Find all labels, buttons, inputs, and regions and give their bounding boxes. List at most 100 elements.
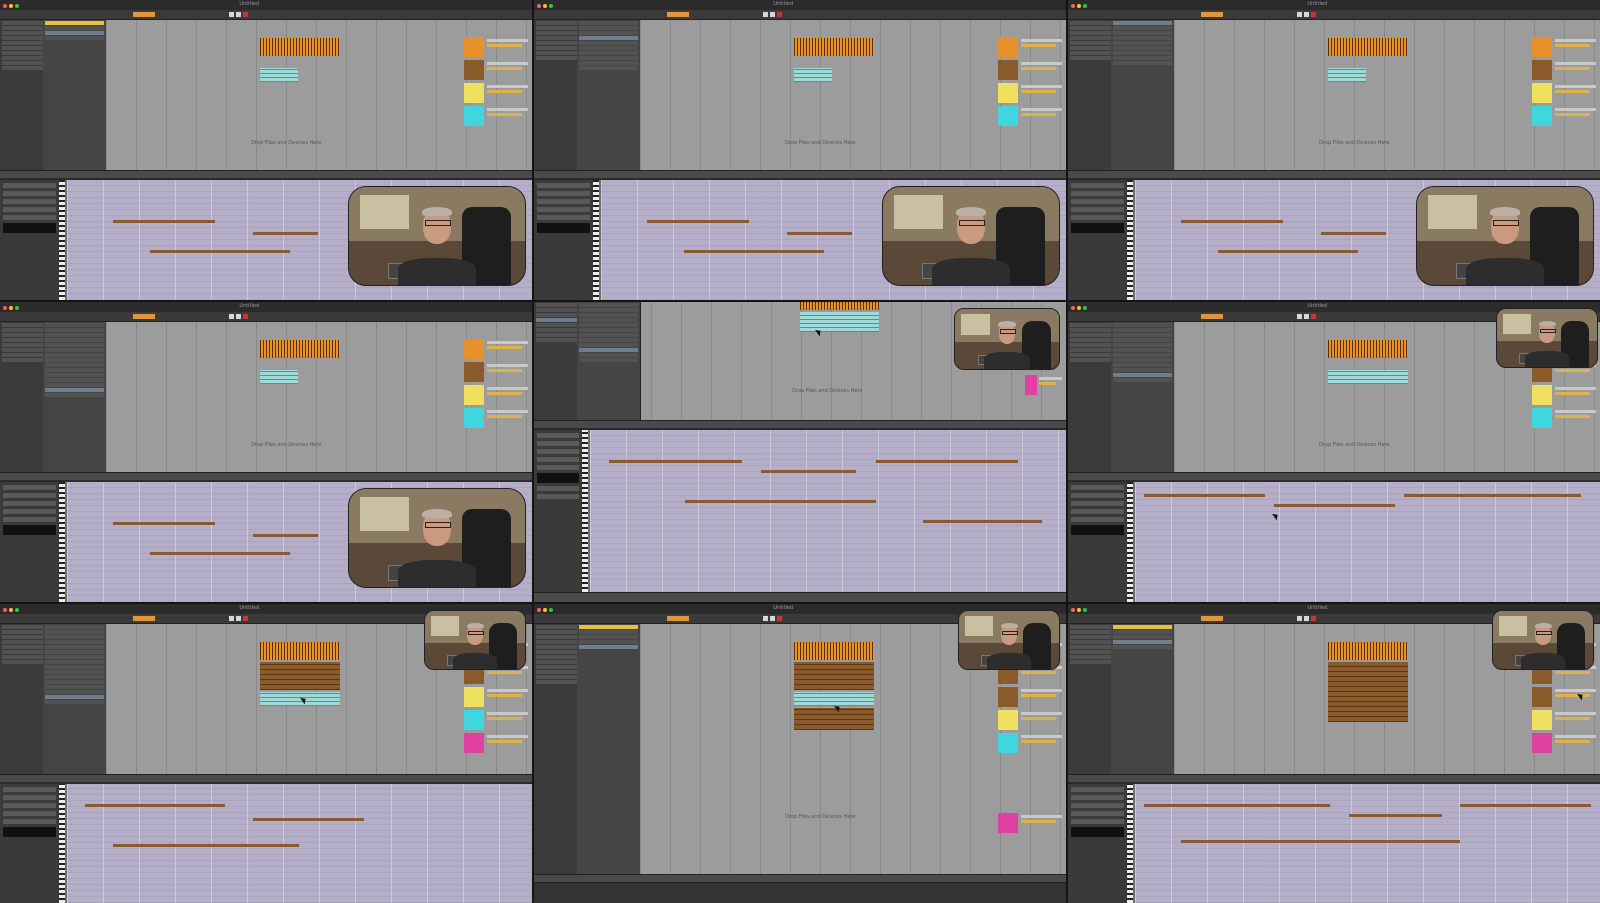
close-icon[interactable]: [537, 4, 541, 8]
track-strip[interactable]: [463, 687, 532, 707]
tempo-chip[interactable]: [133, 616, 155, 621]
play-icon[interactable]: [1296, 12, 1302, 17]
track-strip[interactable]: [1531, 687, 1600, 707]
audio-clip[interactable]: [800, 302, 880, 310]
midi-clip[interactable]: [793, 68, 832, 82]
record-icon[interactable]: [1310, 314, 1316, 319]
minimize-icon[interactable]: [543, 4, 547, 8]
zoom-icon[interactable]: [549, 608, 553, 612]
piano-keys[interactable]: [58, 482, 65, 602]
minimize-icon[interactable]: [543, 608, 547, 612]
piano-keys[interactable]: [1126, 482, 1133, 602]
stop-icon[interactable]: [769, 616, 775, 621]
track-strip[interactable]: [997, 710, 1066, 730]
play-icon[interactable]: [762, 616, 768, 621]
track-strip[interactable]: [1531, 710, 1600, 730]
piano-keys[interactable]: [1126, 180, 1133, 300]
track-strip[interactable]: [1531, 60, 1600, 80]
record-icon[interactable]: [1310, 616, 1316, 621]
record-icon[interactable]: [1310, 12, 1316, 17]
drum-clip[interactable]: [793, 662, 875, 690]
piano-keys[interactable]: [592, 180, 599, 300]
bass-clip[interactable]: [793, 708, 875, 730]
audio-clip[interactable]: [1327, 642, 1409, 660]
close-icon[interactable]: [1071, 608, 1075, 612]
record-icon[interactable]: [242, 12, 248, 17]
track-strip[interactable]: [463, 83, 532, 103]
track-strip[interactable]: [463, 339, 532, 359]
close-icon[interactable]: [1071, 4, 1075, 8]
audio-clip[interactable]: [259, 38, 341, 56]
track-strip[interactable]: [463, 60, 532, 80]
close-icon[interactable]: [1071, 306, 1075, 310]
track-strip[interactable]: [1531, 83, 1600, 103]
stop-icon[interactable]: [235, 12, 241, 17]
play-icon[interactable]: [228, 12, 234, 17]
piano-roll[interactable]: [1134, 784, 1600, 903]
track-strip[interactable]: [997, 687, 1066, 707]
track-strip[interactable]: [997, 733, 1066, 753]
track-strip[interactable]: [997, 37, 1066, 57]
track-strip[interactable]: [997, 60, 1066, 80]
track-strip[interactable]: [463, 385, 532, 405]
midi-clip[interactable]: [800, 312, 880, 332]
close-icon[interactable]: [3, 4, 7, 8]
track-strip[interactable]: [1531, 385, 1600, 405]
minimize-icon[interactable]: [1077, 4, 1081, 8]
close-icon[interactable]: [3, 306, 7, 310]
close-icon[interactable]: [3, 608, 7, 612]
zoom-icon[interactable]: [15, 4, 19, 8]
tempo-chip[interactable]: [1201, 616, 1223, 621]
midi-clip[interactable]: [1327, 370, 1409, 384]
track-strip[interactable]: [463, 362, 532, 382]
tempo-chip[interactable]: [133, 314, 155, 319]
record-icon[interactable]: [242, 314, 248, 319]
piano-roll[interactable]: [1134, 482, 1600, 602]
track-strip[interactable]: [463, 710, 532, 730]
play-icon[interactable]: [1296, 314, 1302, 319]
audio-clip[interactable]: [1327, 38, 1409, 56]
record-icon[interactable]: [776, 12, 782, 17]
play-icon[interactable]: [1296, 616, 1302, 621]
minimize-icon[interactable]: [9, 608, 13, 612]
stop-icon[interactable]: [1303, 12, 1309, 17]
stop-icon[interactable]: [235, 314, 241, 319]
record-icon[interactable]: [242, 616, 248, 621]
audio-clip[interactable]: [259, 340, 341, 358]
piano-keys[interactable]: [58, 784, 65, 903]
play-icon[interactable]: [228, 616, 234, 621]
track-strip[interactable]: [1531, 408, 1600, 428]
tempo-chip[interactable]: [667, 12, 689, 17]
minimize-icon[interactable]: [9, 4, 13, 8]
stop-icon[interactable]: [1303, 616, 1309, 621]
minimize-icon[interactable]: [1077, 608, 1081, 612]
track-strip[interactable]: [1531, 37, 1600, 57]
zoom-icon[interactable]: [1083, 306, 1087, 310]
piano-keys[interactable]: [58, 180, 65, 300]
midi-clip[interactable]: [793, 692, 875, 706]
close-icon[interactable]: [537, 608, 541, 612]
track-strip[interactable]: [1531, 106, 1600, 126]
minimize-icon[interactable]: [9, 306, 13, 310]
track-strip[interactable]: [463, 408, 532, 428]
audio-clip[interactable]: [793, 38, 875, 56]
track-strip[interactable]: [463, 106, 532, 126]
zoom-icon[interactable]: [1083, 4, 1087, 8]
minimize-icon[interactable]: [1077, 306, 1081, 310]
tempo-chip[interactable]: [667, 616, 689, 621]
track-strip[interactable]: [997, 813, 1066, 833]
drum-clip[interactable]: [1327, 662, 1409, 722]
play-icon[interactable]: [762, 12, 768, 17]
piano-keys[interactable]: [581, 430, 588, 592]
audio-clip[interactable]: [1327, 340, 1409, 358]
stop-icon[interactable]: [235, 616, 241, 621]
track-strip[interactable]: [1024, 375, 1066, 395]
record-icon[interactable]: [776, 616, 782, 621]
zoom-icon[interactable]: [549, 4, 553, 8]
stop-icon[interactable]: [769, 12, 775, 17]
audio-clip[interactable]: [259, 642, 341, 660]
tempo-chip[interactable]: [1201, 314, 1223, 319]
piano-roll[interactable]: [589, 430, 1066, 592]
piano-roll[interactable]: [66, 784, 532, 903]
midi-clip[interactable]: [1327, 68, 1366, 82]
